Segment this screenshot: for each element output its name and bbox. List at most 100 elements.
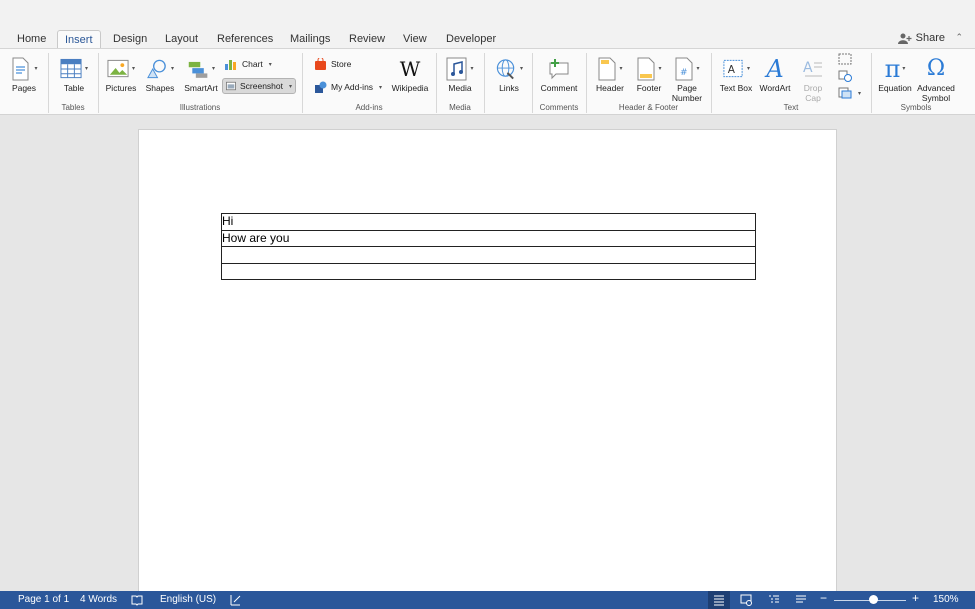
status-bar: Page 1 of 1 4 Words English (US) − + 150… — [0, 591, 975, 609]
omega-icon: Ω — [926, 56, 946, 81]
zoom-slider-knob[interactable] — [869, 595, 879, 604]
tab-layout[interactable]: Layout — [165, 30, 198, 49]
pictures-icon — [107, 59, 129, 78]
media-icon — [446, 57, 467, 81]
footer-icon — [637, 57, 655, 81]
media-label: Media — [448, 83, 472, 93]
page-count[interactable]: Page 1 of 1 — [18, 594, 69, 606]
pages-icon — [12, 57, 29, 81]
object-button[interactable]: ▾ — [838, 85, 861, 101]
chart-label: Chart — [242, 59, 263, 69]
table-label: Table — [63, 83, 85, 93]
pages-button[interactable]: ▾ Pages — [9, 55, 39, 93]
wordart-icon: A — [766, 55, 784, 83]
object-icon — [838, 87, 852, 99]
share-label: Share — [915, 32, 945, 44]
screenshot-button[interactable]: Screenshot ▾ — [222, 78, 296, 94]
comment-icon — [549, 59, 569, 80]
proofing-icon[interactable] — [131, 594, 143, 606]
tab-home[interactable]: Home — [17, 30, 46, 49]
zoom-out-button[interactable]: − — [820, 592, 827, 604]
comment-label: Comment — [540, 83, 578, 93]
pictures-button[interactable]: ▾ Pictures — [104, 55, 138, 93]
group-label-illustrations: Illustrations — [179, 103, 221, 112]
my-addins-label: My Add-ins — [331, 82, 374, 92]
track-changes-icon[interactable] — [229, 594, 241, 606]
advanced-symbol-label-2: Symbol — [921, 93, 951, 103]
links-icon — [496, 59, 515, 80]
comment-button[interactable]: Comment — [539, 55, 579, 93]
table-cell[interactable] — [221, 246, 756, 264]
signature-line-icon — [838, 53, 852, 65]
zoom-level[interactable]: 150% — [933, 594, 959, 606]
screenshot-icon — [226, 81, 236, 91]
store-button[interactable]: Store — [314, 56, 351, 72]
svg-text:A: A — [728, 64, 736, 76]
page-number-button[interactable]: # ▾ Page Number — [670, 55, 704, 103]
signature-line-button[interactable] — [838, 51, 852, 67]
equation-label: Equation — [878, 83, 912, 93]
advanced-symbol-button[interactable]: Ω Advanced Symbol — [915, 55, 957, 104]
document-area: Hi How are you — [0, 115, 975, 599]
chart-icon — [225, 60, 236, 70]
group-label-header-footer: Header & Footer — [618, 103, 679, 112]
drop-cap-button[interactable]: A Drop Cap — [798, 55, 828, 103]
table-cell[interactable]: Hi — [221, 213, 756, 231]
table-icon — [60, 58, 82, 79]
pages-label: Pages — [11, 83, 37, 93]
web-layout-icon[interactable] — [740, 594, 752, 606]
tab-insert[interactable]: Insert — [57, 30, 101, 49]
tab-review[interactable]: Review — [349, 30, 385, 49]
equation-button[interactable]: π ▾ Equation — [876, 55, 914, 93]
word-count[interactable]: 4 Words — [80, 594, 117, 606]
table-cell[interactable] — [221, 262, 756, 280]
header-label: Header — [596, 83, 624, 93]
text-box-label: Text Box — [719, 83, 753, 93]
page-number-label-1: Page — [677, 83, 697, 93]
separator — [484, 53, 485, 113]
tab-developer[interactable]: Developer — [446, 30, 496, 49]
table-row: Hi — [221, 213, 756, 231]
table-row: How are you — [221, 229, 756, 247]
pi-icon: π ▾ — [884, 55, 906, 83]
my-addins-button[interactable]: My Add-ins ▾ — [314, 79, 382, 95]
links-button[interactable]: ▾ Links — [492, 55, 526, 93]
document-page[interactable]: Hi How are you — [138, 129, 837, 599]
table-cell[interactable]: How are you — [221, 229, 756, 247]
footer-button[interactable]: ▾ Footer — [632, 55, 666, 93]
wordart-label: WordArt — [759, 83, 791, 93]
wikipedia-button[interactable]: W Wikipedia — [390, 55, 430, 93]
outline-view-icon[interactable] — [768, 594, 780, 606]
header-button[interactable]: ▾ Header — [593, 55, 627, 93]
group-label-media: Media — [449, 103, 471, 112]
footer-label: Footer — [636, 83, 662, 93]
table-button[interactable]: ▾ Table — [56, 55, 92, 93]
drop-cap-icon: A — [803, 60, 822, 77]
text-box-button[interactable]: A ▾ Text Box — [718, 55, 754, 93]
tab-mailings[interactable]: Mailings — [290, 30, 330, 49]
tab-references[interactable]: References — [217, 30, 273, 49]
ribbon: Home Insert Design Layout References Mai… — [0, 0, 975, 115]
page-number-label-2: Number — [671, 93, 703, 103]
smartart-button[interactable]: ▾ SmartArt — [181, 55, 221, 93]
wordart-button[interactable]: A WordArt — [757, 55, 793, 93]
share-button[interactable]: Share — [897, 32, 945, 44]
text-box-icon: A — [723, 59, 743, 78]
zoom-in-button[interactable]: + — [912, 592, 919, 604]
group-label-tables: Tables — [61, 103, 85, 112]
tab-view[interactable]: View — [403, 30, 427, 49]
date-time-button[interactable] — [838, 68, 852, 84]
drop-cap-label-2: Cap — [805, 93, 821, 103]
language[interactable]: English (US) — [160, 594, 216, 606]
draft-view-icon[interactable] — [795, 594, 807, 606]
chart-button[interactable]: Chart ▾ — [224, 56, 272, 72]
print-layout-icon[interactable] — [713, 594, 725, 606]
ribbon-tabs: Home Insert Design Layout References Mai… — [0, 30, 975, 49]
shapes-button[interactable]: ▾ Shapes — [143, 55, 177, 93]
table-row — [221, 262, 756, 280]
header-icon — [598, 57, 616, 81]
collapse-ribbon-icon[interactable]: ⌃ — [955, 32, 963, 43]
media-button[interactable]: ▾ Media — [443, 55, 477, 93]
smartart-label: SmartArt — [184, 83, 218, 93]
tab-design[interactable]: Design — [113, 30, 147, 49]
